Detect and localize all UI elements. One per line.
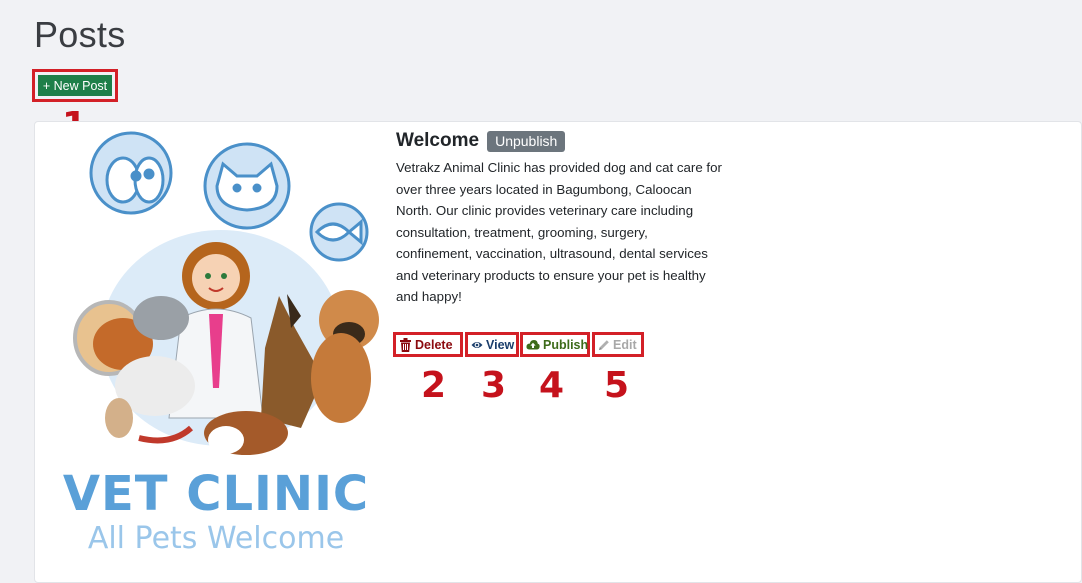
new-post-highlight: + New Post bbox=[32, 69, 118, 102]
cat-doodle-icon bbox=[203, 142, 291, 230]
annotation-number-3: 3 bbox=[481, 365, 507, 406]
view-label: View bbox=[486, 337, 515, 352]
post-title-row: Welcome Unpublish bbox=[396, 130, 566, 152]
delete-label: Delete bbox=[415, 337, 453, 352]
page-title: Posts bbox=[34, 14, 126, 55]
fish-doodle-icon bbox=[309, 202, 369, 262]
post-card: VET CLINIC All Pets Welcome Welcome Unpu… bbox=[34, 121, 1082, 583]
edit-label: Edit bbox=[613, 337, 637, 352]
dog-doodle-icon bbox=[89, 131, 173, 215]
delete-button[interactable]: Delete bbox=[393, 332, 463, 357]
vet-illustration bbox=[73, 242, 379, 455]
pencil-icon bbox=[599, 339, 609, 350]
annotation-number-4: 4 bbox=[539, 365, 565, 406]
edit-button[interactable]: Edit bbox=[592, 332, 644, 357]
post-body: Vetrakz Animal Clinic has provided dog a… bbox=[396, 160, 722, 304]
post-title: Welcome bbox=[396, 130, 480, 151]
post-image: VET CLINIC All Pets Welcome bbox=[63, 131, 379, 556]
publish-button[interactable]: Publish bbox=[520, 332, 590, 357]
image-text-line1: VET CLINIC bbox=[63, 466, 369, 522]
view-button[interactable]: View bbox=[465, 332, 519, 357]
new-post-button[interactable]: + New Post bbox=[38, 75, 112, 96]
eye-icon bbox=[471, 341, 483, 348]
annotation-number-5: 5 bbox=[604, 365, 630, 406]
annotation-number-2: 2 bbox=[421, 365, 447, 406]
publish-label: Publish bbox=[543, 337, 589, 352]
trash-icon bbox=[400, 337, 411, 352]
status-badge: Unpublish bbox=[487, 130, 566, 152]
image-text-line2: All Pets Welcome bbox=[88, 521, 344, 556]
cloud-upload-icon bbox=[526, 340, 540, 350]
